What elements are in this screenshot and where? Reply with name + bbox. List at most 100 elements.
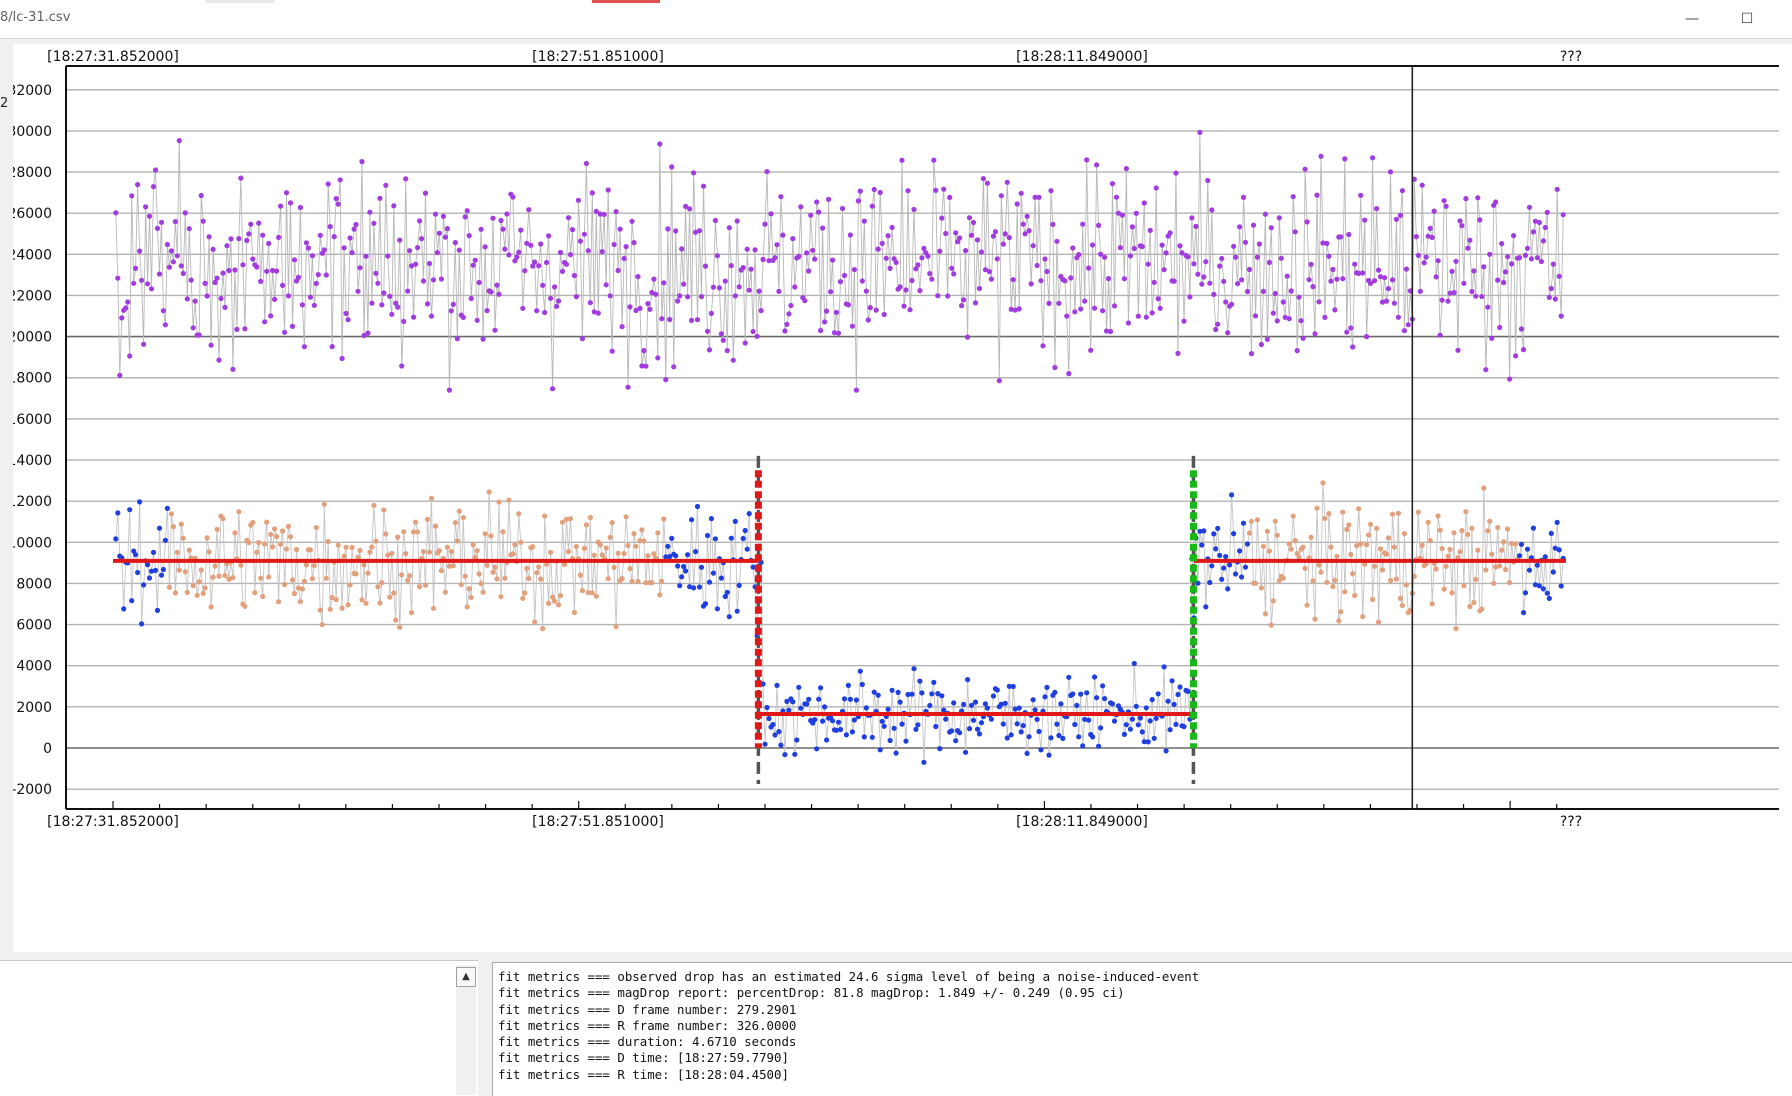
target-point — [506, 497, 512, 503]
target-point-in-fit — [133, 552, 139, 558]
comparison-point — [631, 240, 637, 246]
comparison-point — [1195, 271, 1201, 277]
comparison-point — [141, 341, 147, 347]
comparison-point — [518, 227, 524, 233]
comparison-point — [1100, 308, 1106, 314]
comparison-point — [299, 302, 305, 308]
comparison-point — [1123, 166, 1129, 172]
comparison-point — [1469, 288, 1475, 295]
comparison-point — [1362, 217, 1368, 223]
target-point-in-fit — [1100, 683, 1106, 689]
comparison-point — [1219, 255, 1225, 262]
target-point — [633, 543, 639, 549]
comparison-point — [254, 264, 260, 270]
comparison-point — [440, 213, 446, 219]
comparison-point — [669, 164, 675, 170]
comparison-point — [1310, 284, 1316, 290]
comparison-point — [1082, 298, 1088, 304]
target-point-in-fit — [1129, 716, 1135, 722]
comparison-point — [1072, 309, 1078, 315]
target-point — [168, 511, 174, 517]
light-curve-plot-panel[interactable]: 3200030000280002600024000220002000018000… — [7, 44, 1792, 952]
target-point-in-fit — [1014, 721, 1020, 727]
comparison-point — [178, 263, 184, 269]
target-point — [1286, 541, 1292, 547]
comparison-point — [363, 253, 369, 259]
comparison-point — [919, 255, 925, 261]
target-point-in-fit — [957, 730, 963, 736]
comparison-point — [996, 378, 1002, 384]
comparison-point — [1145, 261, 1151, 267]
comparison-point — [196, 332, 202, 338]
target-point — [430, 605, 437, 611]
comparison-point — [1121, 276, 1127, 282]
y-tick-label: 26000 — [13, 206, 52, 222]
target-point — [426, 549, 433, 555]
target-point — [335, 542, 341, 548]
comparison-point — [411, 314, 417, 320]
comparison-point — [1242, 239, 1249, 245]
target-point-in-fit — [1074, 702, 1080, 709]
minimize-button[interactable]: — — [1672, 6, 1712, 32]
y-tick-label: 22000 — [13, 288, 52, 304]
comparison-point — [1370, 155, 1376, 161]
comparison-point — [1509, 261, 1515, 267]
comparison-point — [359, 159, 365, 165]
comparison-point — [1499, 241, 1505, 247]
target-point — [1389, 511, 1396, 517]
tab-indicator-active — [592, 0, 660, 3]
comparison-point — [760, 256, 766, 262]
comparison-point — [1316, 299, 1322, 305]
comparison-point — [516, 249, 522, 255]
target-point-in-fit — [1544, 590, 1550, 596]
comparison-point — [1296, 294, 1302, 300]
target-point — [1419, 542, 1425, 548]
target-point — [317, 607, 323, 613]
target-point — [456, 508, 462, 514]
comparison-point — [1175, 350, 1181, 356]
comparison-point — [403, 176, 409, 182]
target-point — [1290, 513, 1296, 519]
target-point — [268, 531, 274, 537]
comparison-point — [1376, 267, 1382, 273]
comparison-point — [1135, 313, 1141, 319]
comparison-point — [198, 192, 204, 199]
target-point — [194, 592, 200, 598]
comparison-point — [464, 208, 470, 214]
target-point-in-fit — [1554, 519, 1560, 525]
target-point — [403, 551, 409, 557]
comparison-point — [976, 285, 983, 292]
comparison-point — [627, 304, 633, 310]
comparison-point — [974, 237, 981, 243]
target-point — [327, 606, 333, 612]
comparison-point — [786, 311, 792, 317]
target-point — [274, 534, 280, 540]
comparison-point — [1004, 179, 1010, 185]
target-point — [260, 593, 266, 600]
target-point — [484, 562, 490, 568]
comparison-point — [837, 279, 844, 285]
target-point-in-fit — [961, 701, 967, 708]
comparison-point — [756, 288, 762, 294]
target-point-in-fit — [818, 685, 824, 691]
target-point-in-fit — [1145, 739, 1151, 745]
target-point — [383, 531, 389, 537]
target-point — [230, 575, 236, 581]
scroll-up-arrow-icon[interactable]: ▲ — [456, 967, 476, 987]
comparison-point — [893, 259, 899, 265]
target-point-in-fit — [976, 731, 983, 737]
target-point-in-fit — [696, 584, 703, 590]
target-point-in-fit — [812, 717, 818, 723]
comparison-point — [1364, 334, 1370, 340]
maximize-button[interactable]: ☐ — [1727, 6, 1767, 32]
target-point — [615, 550, 621, 556]
comparison-point — [1538, 258, 1544, 265]
light-curve-chart[interactable]: 3200030000280002600024000220002000018000… — [7, 44, 1792, 952]
target-point — [1342, 589, 1348, 595]
target-point-in-fit — [941, 707, 947, 713]
target-point — [1465, 531, 1471, 537]
target-point-in-fit — [943, 716, 949, 722]
fit-metrics-log[interactable]: fit metrics === observed drop has an est… — [492, 962, 1792, 1096]
comparison-point — [1503, 269, 1509, 275]
comparison-point — [925, 253, 931, 259]
